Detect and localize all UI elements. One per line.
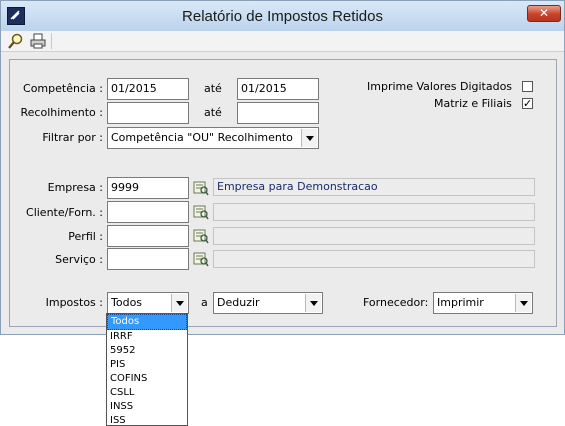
toolbar — [1, 31, 564, 52]
chevron-down-icon[interactable] — [305, 294, 321, 312]
servico-code-input[interactable] — [107, 248, 189, 270]
report-window: Relatório de Impostos Retidos ✕ Competên… — [0, 0, 565, 335]
cliente-lookup-icon[interactable] — [193, 204, 209, 220]
dropdown-option-irrf[interactable]: IRRF — [107, 330, 187, 344]
servico-lookup-icon[interactable] — [193, 251, 209, 267]
perfil-label: Perfil : — [68, 230, 103, 243]
perfil-lookup-icon[interactable] — [193, 228, 209, 244]
filtrar-label: Filtrar por : — [42, 131, 103, 144]
competencia-label: Competência : — [23, 82, 103, 95]
recolhimento-to-input[interactable] — [237, 102, 319, 124]
empresa-label: Empresa : — [47, 181, 103, 194]
chevron-down-icon[interactable] — [301, 129, 317, 147]
cliente-name-display — [213, 203, 535, 221]
dropdown-option-cofins[interactable]: COFINS — [107, 372, 187, 386]
cliente-code-input[interactable] — [107, 201, 189, 223]
window-title: Relatório de Impostos Retidos — [182, 8, 383, 25]
fornecedor-value: Imprimir — [437, 296, 484, 309]
empresa-code-input[interactable]: 9999 — [107, 177, 189, 199]
chevron-down-icon[interactable] — [515, 294, 531, 312]
magnifier-icon[interactable] — [7, 32, 25, 50]
dropdown-option-5952[interactable]: 5952 — [107, 344, 187, 358]
close-button[interactable]: ✕ — [527, 5, 561, 22]
dropdown-option-inss[interactable]: INSS — [107, 400, 187, 414]
recolhimento-label: Recolhimento : — [20, 106, 103, 119]
servico-name-display — [213, 250, 535, 268]
matriz-filiais-checkbox[interactable]: ✓ — [522, 98, 533, 109]
a-label: a — [201, 296, 208, 309]
impostos-value: Todos — [111, 296, 143, 309]
dropdown-option-iss[interactable]: ISS — [107, 414, 187, 425]
dropdown-option-todos[interactable]: Todos — [107, 314, 187, 330]
perfil-name-display — [213, 227, 535, 245]
filtrar-select[interactable]: Competência "OU" Recolhimento — [107, 127, 319, 149]
imprime-valores-checkbox[interactable] — [522, 81, 533, 92]
competencia-to-input[interactable]: 01/2015 — [237, 78, 319, 100]
dropdown-option-csll[interactable]: CSLL — [107, 386, 187, 400]
perfil-code-input[interactable] — [107, 225, 189, 247]
empresa-lookup-icon[interactable] — [193, 180, 209, 196]
deduzir-value: Deduzir — [217, 296, 260, 309]
filtrar-value: Competência "OU" Recolhimento — [111, 131, 293, 144]
impostos-dropdown-list[interactable]: Todos IRRF 5952 PIS COFINS CSLL INSS ISS — [106, 313, 188, 426]
deduzir-select[interactable]: Deduzir — [213, 292, 323, 314]
title-bar[interactable]: Relatório de Impostos Retidos ✕ — [1, 1, 564, 32]
toolbar-separator — [51, 33, 52, 49]
servico-label: Serviço : — [55, 253, 103, 266]
impostos-label: Impostos : — [45, 296, 103, 309]
chevron-down-icon[interactable] — [171, 294, 187, 312]
imprime-valores-label: Imprime Valores Digitados — [367, 80, 513, 93]
recolhimento-from-input[interactable] — [107, 102, 189, 124]
fornecedor-label: Fornecedor: — [363, 296, 429, 309]
cliente-label: Cliente/Forn. : — [26, 206, 103, 219]
matriz-filiais-label: Matriz e Filiais — [434, 97, 512, 110]
dropdown-option-pis[interactable]: PIS — [107, 358, 187, 372]
recolhimento-ate-label: até — [204, 106, 222, 119]
competencia-from-input[interactable]: 01/2015 — [107, 78, 189, 100]
printer-icon[interactable] — [29, 32, 47, 50]
impostos-select[interactable]: Todos — [107, 292, 189, 314]
competencia-ate-label: até — [204, 82, 222, 95]
fornecedor-select[interactable]: Imprimir — [433, 292, 533, 314]
empresa-name-display: Empresa para Demonstracao — [213, 178, 535, 196]
